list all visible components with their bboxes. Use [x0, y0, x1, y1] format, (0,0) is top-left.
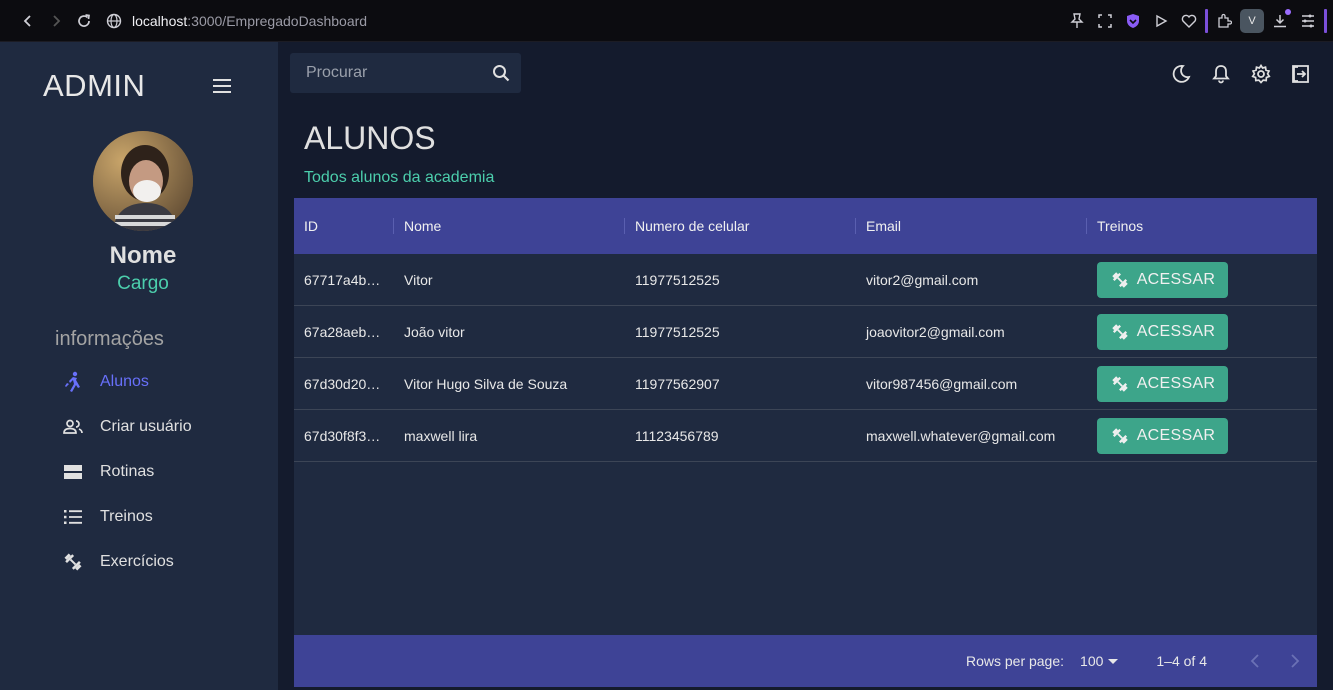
sidebar: ADMIN Nome Cargo informações Alunos Cria…	[0, 42, 278, 690]
profile-avatar[interactable]: V	[1240, 9, 1264, 33]
acessar-button[interactable]: ACESSAR	[1097, 313, 1228, 350]
column-header-treinos[interactable]: Treinos	[1087, 198, 1317, 254]
table-row[interactable]: 67717a4b… Vitor 11977512525 vitor2@gmail…	[294, 254, 1317, 306]
cell-treinos: ACESSAR	[1087, 358, 1317, 409]
forward-icon[interactable]	[42, 7, 70, 35]
search-box[interactable]: Procurar	[290, 53, 521, 93]
acessar-button[interactable]: ACESSAR	[1097, 365, 1228, 402]
column-header-nome[interactable]: Nome	[394, 198, 625, 254]
sidebar-item-criar-usuario[interactable]: Criar usuário	[60, 412, 192, 442]
reload-icon[interactable]	[70, 7, 98, 35]
sidebar-item-alunos[interactable]: Alunos	[60, 367, 149, 397]
people-icon	[60, 414, 86, 440]
cell-phone: 11977562907	[635, 375, 720, 392]
table-row[interactable]: 67d30d20… Vitor Hugo Silva de Souza 1197…	[294, 358, 1317, 410]
settings-icon[interactable]	[1243, 56, 1279, 92]
section-title: informações	[55, 328, 164, 350]
cell-email: maxwell.whatever@gmail.com	[866, 427, 1056, 444]
rows-per-page-label: Rows per page:	[965, 653, 1065, 669]
list-icon	[60, 504, 86, 530]
search-input[interactable]: Procurar	[306, 64, 481, 82]
cell-phone: 11977512525	[635, 323, 720, 340]
search-icon[interactable]	[481, 53, 521, 93]
fitness-center-icon	[1110, 322, 1130, 342]
sidebar-item-treinos[interactable]: Treinos	[60, 502, 153, 532]
page-title: ALUNOS	[304, 120, 436, 156]
directions-run-icon	[60, 369, 86, 395]
cell-id: 67a28aeb…	[304, 323, 381, 340]
column-header-id[interactable]: ID	[294, 198, 394, 254]
page-subtitle: Todos alunos da academia	[304, 169, 495, 186]
column-header-email[interactable]: Email	[856, 198, 1087, 254]
logout-icon[interactable]	[1283, 56, 1319, 92]
shield-icon[interactable]	[1121, 7, 1145, 35]
topbar-actions	[1163, 56, 1319, 92]
next-page-icon[interactable]	[1275, 641, 1315, 681]
back-icon[interactable]	[14, 7, 42, 35]
screenshot-icon[interactable]	[1093, 7, 1117, 35]
sidebar-item-exercicios[interactable]: Exercícios	[60, 547, 174, 577]
sidebar-item-label: Exercícios	[100, 553, 174, 570]
acessar-button[interactable]: ACESSAR	[1097, 417, 1228, 454]
url-host: localhost	[132, 12, 188, 29]
column-header-celular[interactable]: Numero de celular	[625, 198, 856, 254]
table-footer: Rows per page: 100 1–4 of 4	[294, 635, 1317, 687]
pin-icon[interactable]	[1065, 7, 1089, 35]
sidebar-item-label: Criar usuário	[100, 418, 192, 435]
cell-treinos: ACESSAR	[1087, 254, 1317, 305]
fitness-center-icon	[1110, 374, 1130, 394]
cell-name: Vitor Hugo Silva de Souza	[404, 375, 568, 392]
previous-page-icon[interactable]	[1235, 641, 1275, 681]
play-icon[interactable]	[1149, 7, 1173, 35]
table-row[interactable]: 67a28aeb… João vitor 11977512525 joaovit…	[294, 306, 1317, 358]
cell-name: João vitor	[404, 323, 465, 340]
cell-treinos: ACESSAR	[1087, 410, 1317, 461]
acessar-button[interactable]: ACESSAR	[1097, 261, 1228, 298]
cell-id: 67d30f8f3…	[304, 427, 381, 444]
globe-icon	[106, 13, 122, 29]
sidebar-item-rotinas[interactable]: Rotinas	[60, 457, 154, 487]
fitness-center-icon	[1110, 426, 1130, 446]
extensions-icon[interactable]	[1212, 7, 1236, 35]
cell-phone: 11123456789	[635, 427, 719, 444]
cell-name: maxwell lira	[404, 427, 478, 444]
sidebar-item-label: Treinos	[100, 508, 153, 525]
table-header: ID Nome Numero de celular Email Treinos	[294, 198, 1317, 254]
cell-id: 67717a4b…	[304, 271, 381, 288]
divider	[1324, 9, 1327, 33]
profile-name: Nome	[109, 242, 177, 269]
students-table: ID Nome Numero de celular Email Treinos …	[294, 198, 1317, 687]
heart-icon[interactable]	[1177, 7, 1201, 35]
menu-lines-icon[interactable]	[1296, 7, 1320, 35]
cell-email: joaovitor2@gmail.com	[866, 323, 1005, 340]
table-row[interactable]: 67d30f8f3… maxwell lira 11123456789 maxw…	[294, 410, 1317, 462]
address-bar[interactable]: localhost:3000/EmpregadoDashboard	[106, 13, 367, 29]
download-icon[interactable]	[1268, 7, 1292, 35]
pagination-range: 1–4 of 4	[1156, 653, 1207, 669]
fitness-center-icon	[60, 549, 86, 575]
sidebar-item-label: Rotinas	[100, 463, 155, 480]
menu-icon[interactable]	[212, 78, 234, 96]
cell-id: 67d30d20…	[304, 375, 381, 392]
cell-email: vitor2@gmail.com	[866, 271, 979, 288]
sidebar-item-label: Alunos	[100, 373, 149, 390]
fitness-center-icon	[1110, 270, 1130, 290]
cell-phone: 11977512525	[635, 271, 720, 288]
caret-down-icon	[1108, 658, 1119, 664]
browser-toolbar: localhost:3000/EmpregadoDashboard V	[0, 0, 1333, 42]
brand-title: ADMIN	[43, 68, 146, 103]
cell-email: vitor987456@gmail.com	[866, 375, 1018, 392]
dark-mode-icon[interactable]	[1163, 56, 1199, 92]
url-path: :3000/EmpregadoDashboard	[187, 12, 368, 29]
rows-per-page-select[interactable]: 100	[1080, 653, 1119, 669]
notifications-icon[interactable]	[1203, 56, 1239, 92]
avatar	[93, 131, 193, 231]
view-stream-icon	[60, 459, 86, 485]
cell-name: Vitor	[404, 271, 433, 288]
cell-treinos: ACESSAR	[1087, 306, 1317, 357]
divider	[1205, 9, 1208, 33]
profile-role: Cargo	[117, 273, 169, 294]
